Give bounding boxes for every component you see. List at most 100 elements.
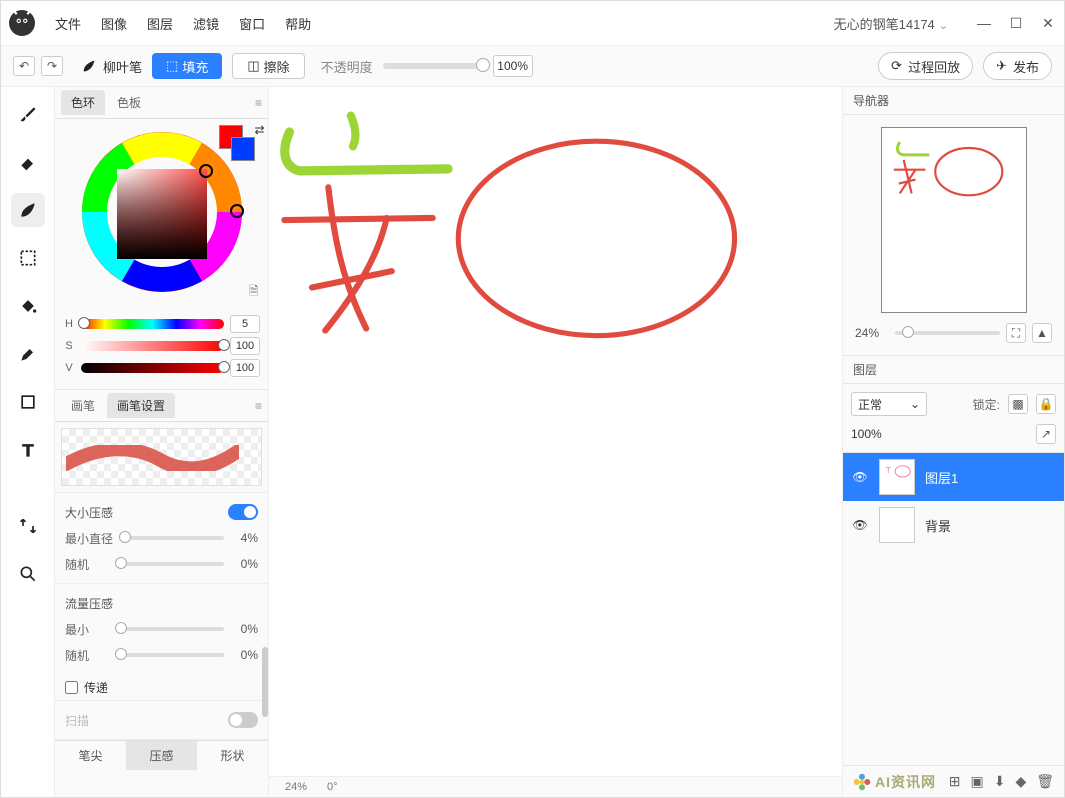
tool-smudge[interactable] (11, 193, 45, 227)
btab-shape[interactable]: 形状 (197, 741, 268, 770)
expand-label: 扫描 (65, 712, 89, 729)
s-value[interactable]: 100 (230, 337, 260, 355)
opacity-label: 不透明度 (321, 57, 373, 76)
swap-icon[interactable]: ⇄ (254, 123, 264, 137)
close-button[interactable]: ✕ (1040, 15, 1056, 32)
v-value[interactable]: 100 (230, 359, 260, 377)
layer-group-button[interactable]: ▣ (970, 773, 983, 790)
s-label: S (63, 340, 75, 352)
menu-help[interactable]: 帮助 (285, 14, 311, 33)
min-flow-slider[interactable] (121, 627, 224, 631)
blend-mode-dropdown[interactable]: 正常 ⌄ (851, 392, 927, 416)
color-panel-menu[interactable]: ≡ (255, 96, 262, 110)
menu-image[interactable]: 图像 (101, 14, 127, 33)
layer-down-button[interactable]: ⬇ (994, 773, 1006, 790)
pass-checkbox[interactable] (65, 681, 78, 694)
menu-layer[interactable]: 图层 (147, 14, 173, 33)
fg-bg-swatch[interactable]: ⇄ (219, 125, 261, 161)
user-label[interactable]: 无心的钢笔14174 (834, 14, 956, 33)
bg-color[interactable] (231, 137, 255, 161)
tab-swatch[interactable]: 色板 (107, 90, 151, 115)
layers-list: 👁 T 图层1 👁 背景 (843, 453, 1064, 765)
erase-mode-button[interactable]: ◫ 擦除 (232, 53, 304, 79)
lock-all-button[interactable]: 🔒 (1036, 394, 1056, 414)
v-slider[interactable] (81, 363, 224, 373)
fill-mode-button[interactable]: ⬚ 填充 (152, 53, 222, 79)
erase-icon: ◫ (247, 58, 259, 74)
layer-item[interactable]: 👁 T 图层1 (843, 453, 1064, 501)
tool-text[interactable] (11, 433, 45, 467)
min-diam-value: 4% (230, 531, 258, 545)
tab-brush[interactable]: 画笔 (61, 393, 105, 418)
brush-icon (18, 104, 38, 124)
brush-selector[interactable]: 柳叶笔 (81, 57, 142, 76)
tool-zoom[interactable] (11, 557, 45, 591)
random-flow-value: 0% (230, 648, 258, 662)
publish-button[interactable]: ✈ 发布 (983, 52, 1052, 80)
playback-button[interactable]: ⟳ 过程回放 (878, 52, 973, 80)
layer-visibility-toggle[interactable]: 👁 (851, 518, 869, 532)
h-value[interactable]: 5 (230, 315, 260, 333)
layer-more-button[interactable]: ↗ (1036, 424, 1056, 444)
opacity-slider[interactable] (383, 63, 483, 69)
min-diam-slider[interactable] (121, 536, 224, 540)
menu-window[interactable]: 窗口 (239, 14, 265, 33)
search-icon (18, 564, 38, 584)
status-angle: 0° (327, 781, 338, 793)
layer-name: 背景 (925, 516, 951, 535)
canvas[interactable] (269, 87, 842, 776)
random-size-label: 随机 (65, 556, 115, 573)
size-pressure-toggle[interactable] (228, 504, 258, 520)
scrollbar-thumb[interactable] (262, 647, 268, 717)
lock-label: 锁定: (973, 396, 1000, 413)
size-pressure-label: 大小压感 (65, 504, 113, 521)
menu-filter[interactable]: 滤镜 (193, 14, 219, 33)
layer-add-button[interactable]: ⊞ (949, 773, 961, 790)
leaf-icon (18, 200, 38, 220)
random-size-slider[interactable] (121, 562, 224, 566)
maximize-button[interactable]: ☐ (1008, 15, 1024, 32)
nav-fit-button[interactable]: ⛶ (1006, 323, 1026, 343)
layer-visibility-toggle[interactable]: 👁 (851, 470, 869, 484)
menu-file[interactable]: 文件 (55, 14, 81, 33)
navigator-thumb[interactable] (881, 127, 1027, 313)
layer-merge-button[interactable]: ◆ (1015, 773, 1026, 790)
lock-pixels-button[interactable]: ▩ (1008, 394, 1028, 414)
h-slider[interactable] (81, 319, 224, 329)
tab-colorwheel[interactable]: 色环 (61, 90, 105, 115)
expand-toggle[interactable] (228, 712, 258, 728)
random-flow-slider[interactable] (121, 653, 224, 657)
main-menu: 文件 图像 图层 滤镜 窗口 帮助 (55, 14, 311, 33)
btab-pressure[interactable]: 压感 (126, 741, 197, 770)
palette-save-icon[interactable]: 🗎 (249, 282, 259, 303)
minimize-button[interactable]: — (976, 15, 992, 32)
redo-button[interactable]: ↷ (41, 56, 63, 76)
eraser-icon (18, 152, 38, 172)
tool-select[interactable] (11, 241, 45, 275)
marquee-icon (18, 248, 38, 268)
min-flow-value: 0% (230, 622, 258, 636)
nav-zoom-slider[interactable] (895, 331, 1000, 335)
opacity-value[interactable]: 100% (493, 55, 533, 77)
undo-button[interactable]: ↶ (13, 56, 35, 76)
s-slider[interactable] (81, 341, 224, 351)
btab-tip[interactable]: 笔尖 (55, 741, 126, 770)
tab-brush-settings[interactable]: 画笔设置 (107, 393, 175, 418)
tool-transform[interactable] (11, 509, 45, 543)
layers-header: 图层 (843, 356, 1064, 384)
layer-delete-button[interactable]: 🗑 (1036, 773, 1054, 790)
color-wheel[interactable]: ⇄ 🗎 (77, 127, 247, 307)
nav-flip-button[interactable]: ▲ (1032, 323, 1052, 343)
brush-panel-menu[interactable]: ≡ (255, 399, 262, 413)
tool-eraser[interactable] (11, 145, 45, 179)
publish-label: 发布 (1013, 57, 1039, 76)
tool-brush[interactable] (11, 97, 45, 131)
tool-eyedropper[interactable] (11, 337, 45, 371)
v-label: V (63, 362, 75, 374)
history-icon: ⟳ (891, 58, 902, 74)
nav-zoom-value: 24% (855, 326, 889, 340)
layer-item[interactable]: 👁 背景 (843, 501, 1064, 549)
transform-icon (18, 516, 38, 536)
tool-shape[interactable] (11, 385, 45, 419)
tool-bucket[interactable] (11, 289, 45, 323)
